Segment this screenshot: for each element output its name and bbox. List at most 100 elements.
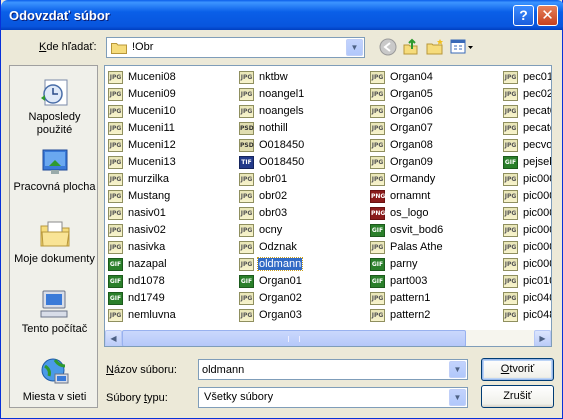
view-menu-icon[interactable] bbox=[449, 38, 475, 58]
file-item[interactable]: JPG nasiv01 bbox=[108, 206, 177, 223]
file-item[interactable]: JPG nasivka bbox=[108, 240, 177, 257]
file-item[interactable]: JPG Odznak bbox=[239, 240, 305, 257]
file-item[interactable]: GIF Organ01 bbox=[239, 274, 305, 291]
file-item[interactable]: JPG pec01 bbox=[503, 70, 551, 87]
file-item[interactable]: JPG pic000 bbox=[503, 172, 551, 189]
file-item[interactable]: JPG noangels bbox=[239, 104, 305, 121]
file-item[interactable]: JPG nemluvna bbox=[108, 308, 177, 325]
back-icon[interactable] bbox=[378, 38, 398, 58]
file-item[interactable]: JPG pecat0 bbox=[503, 104, 551, 121]
file-item[interactable]: JPG obr03 bbox=[239, 206, 305, 223]
file-item[interactable]: JPG Organ06 bbox=[370, 104, 444, 121]
scroll-left-button[interactable]: ◀ bbox=[105, 330, 122, 346]
file-item[interactable]: JPG pic000 bbox=[503, 206, 551, 223]
file-item[interactable]: JPG obr02 bbox=[239, 189, 305, 206]
filename-combo[interactable]: ▼ bbox=[198, 359, 468, 380]
file-item[interactable]: JPG pattern2 bbox=[370, 308, 444, 325]
file-item[interactable]: JPG pic040 bbox=[503, 291, 551, 308]
cancel-button[interactable]: Zrušiť bbox=[481, 385, 554, 408]
file-name: obr03 bbox=[259, 207, 288, 219]
file-item[interactable]: JPG murzilka bbox=[108, 172, 177, 189]
file-item[interactable]: JPG Organ03 bbox=[239, 308, 305, 325]
file-name: pattern1 bbox=[390, 292, 431, 304]
file-name: noangels bbox=[259, 105, 304, 117]
file-item[interactable]: JPG pattern1 bbox=[370, 291, 444, 308]
place-network[interactable]: Miesta v sieti bbox=[10, 356, 99, 404]
jpg-file-icon: JPG bbox=[503, 292, 518, 305]
file-item[interactable]: JPG Organ05 bbox=[370, 87, 444, 104]
jpg-file-icon: JPG bbox=[108, 309, 123, 322]
file-item[interactable]: JPG Palas Athe bbox=[370, 240, 444, 257]
file-item[interactable]: JPG nasiv02 bbox=[108, 223, 177, 240]
file-item[interactable]: JPG pic010 bbox=[503, 274, 551, 291]
file-item[interactable]: GIF part003 bbox=[370, 274, 444, 291]
scroll-right-button[interactable]: ▶ bbox=[534, 330, 551, 346]
file-list[interactable]: JPG Muceni08 JPG Muceni09 JPG Muceni10 JPG Muce… bbox=[104, 65, 552, 347]
file-item[interactable]: JPG Muceni12 bbox=[108, 138, 177, 155]
file-item[interactable]: JPG pic000 bbox=[503, 223, 551, 240]
file-item[interactable]: JPG Organ08 bbox=[370, 138, 444, 155]
file-item[interactable]: JPG noangel1 bbox=[239, 87, 305, 104]
chevron-down-icon[interactable]: ▼ bbox=[449, 361, 466, 378]
file-item[interactable]: JPG pic000 bbox=[503, 257, 551, 274]
file-item[interactable]: GIF parny bbox=[370, 257, 444, 274]
place-documents[interactable]: Moje dokumenty bbox=[10, 218, 99, 266]
scroll-thumb[interactable] bbox=[122, 330, 466, 346]
file-item[interactable]: JPG Ormandy bbox=[370, 172, 444, 189]
help-button[interactable]: ? bbox=[513, 5, 534, 26]
file-item[interactable]: JPG Muceni09 bbox=[108, 87, 177, 104]
lookin-dropdown[interactable]: !Obr ▼ bbox=[106, 37, 365, 58]
place-recent[interactable]: Naposledy použité bbox=[10, 76, 99, 137]
gif-file-icon: GIF bbox=[370, 224, 385, 237]
new-folder-icon[interactable] bbox=[425, 38, 445, 58]
file-item[interactable]: JPG pic000 bbox=[503, 240, 551, 257]
file-item[interactable]: JPG pic048 bbox=[503, 308, 551, 325]
folder-icon bbox=[111, 43, 127, 54]
file-name: nemluvna bbox=[128, 309, 176, 321]
jpg-file-icon: JPG bbox=[239, 241, 254, 254]
file-item[interactable]: JPG Muceni13 bbox=[108, 155, 177, 172]
file-item[interactable]: JPG pec02 bbox=[503, 87, 551, 104]
file-item[interactable]: TIF O018450 bbox=[239, 155, 305, 172]
file-item[interactable]: GIF osvit_bod6 bbox=[370, 223, 444, 240]
file-item[interactable]: JPG obr01 bbox=[239, 172, 305, 189]
chevron-down-icon[interactable]: ▼ bbox=[346, 39, 363, 56]
file-item[interactable]: JPG Muceni11 bbox=[108, 121, 177, 138]
file-item[interactable]: JPG ocny bbox=[239, 223, 305, 240]
horizontal-scrollbar[interactable]: ◀ ▶ bbox=[105, 330, 551, 346]
file-item[interactable]: GIF nd1078 bbox=[108, 274, 177, 291]
up-folder-icon[interactable] bbox=[401, 38, 421, 58]
file-item[interactable]: PSD nothill bbox=[239, 121, 305, 138]
file-item[interactable]: JPG Organ07 bbox=[370, 121, 444, 138]
file-item[interactable]: JPG pic000 bbox=[503, 189, 551, 206]
file-name: Muceni13 bbox=[128, 156, 176, 168]
file-item[interactable]: JPG Organ02 bbox=[239, 291, 305, 308]
file-item[interactable]: JPG pecate bbox=[503, 121, 551, 138]
file-item[interactable]: JPG Mustang bbox=[108, 189, 177, 206]
file-item[interactable]: GIF pejsek bbox=[503, 155, 551, 172]
file-item[interactable]: JPG Muceni10 bbox=[108, 104, 177, 121]
file-item[interactable]: JPG Organ04 bbox=[370, 70, 444, 87]
chevron-down-icon[interactable]: ▼ bbox=[449, 389, 466, 406]
jpg-file-icon: JPG bbox=[108, 156, 123, 169]
file-name: Organ09 bbox=[390, 156, 433, 168]
filename-input[interactable] bbox=[202, 362, 442, 377]
close-button[interactable]: ✕ bbox=[537, 5, 558, 26]
file-item[interactable]: GIF nazapal bbox=[108, 257, 177, 274]
file-item[interactable]: JPG nktbw bbox=[239, 70, 305, 87]
file-item[interactable]: PNG ornamnt bbox=[370, 189, 444, 206]
file-item[interactable]: JPG Muceni08 bbox=[108, 70, 177, 87]
file-name: pecate bbox=[523, 122, 551, 134]
filetype-dropdown[interactable]: Všetky súbory ▼ bbox=[198, 387, 468, 408]
file-item[interactable]: GIF nd1749 bbox=[108, 291, 177, 308]
open-button[interactable]: Otvoriť bbox=[481, 358, 554, 381]
title-bar[interactable]: Odovzdať súbor ? ✕ bbox=[1, 0, 563, 30]
jpg-file-icon: JPG bbox=[503, 71, 518, 84]
file-item[interactable]: PNG os_logo bbox=[370, 206, 444, 223]
file-item[interactable]: JPG oldmann bbox=[239, 257, 305, 274]
file-item[interactable]: JPG pecvos bbox=[503, 138, 551, 155]
file-item[interactable]: PSD O018450 bbox=[239, 138, 305, 155]
place-desktop[interactable]: Pracovná plocha bbox=[10, 146, 99, 194]
place-computer[interactable]: Tento počítač bbox=[10, 288, 99, 336]
file-item[interactable]: JPG Organ09 bbox=[370, 155, 444, 172]
